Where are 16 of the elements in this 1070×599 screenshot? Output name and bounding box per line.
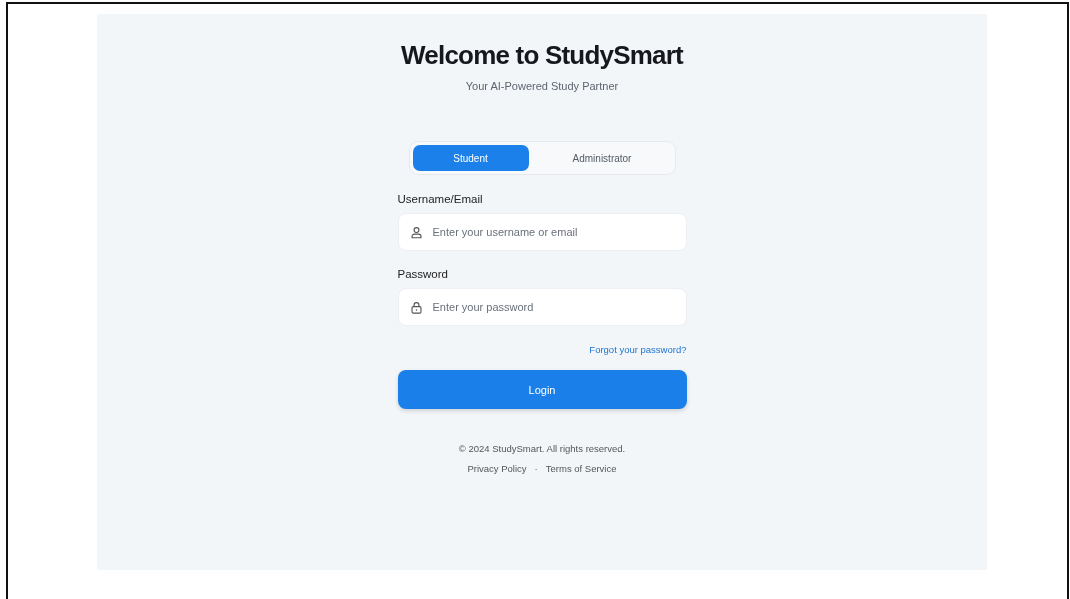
page-subtitle: Your AI-Powered Study Partner [465, 80, 619, 92]
link-separator: · [534, 463, 538, 474]
field-label: Password [397, 268, 449, 280]
field-label: Username/Email [397, 193, 484, 205]
forgot-password-link[interactable]: Forgot your password? [589, 344, 687, 355]
input-field[interactable]: Enter your username or email [397, 213, 687, 251]
login-button[interactable]: Login [397, 370, 687, 409]
copyright-text: © 2024 StudySmart. All rights reserved. [458, 443, 626, 454]
input-field[interactable]: Enter your password [397, 288, 687, 326]
role-tab[interactable]: Student [412, 145, 529, 171]
footer-link[interactable]: Terms of Service [545, 463, 617, 474]
lock-icon [409, 300, 423, 314]
person-icon [409, 225, 423, 239]
role-tab[interactable]: Administrator [532, 145, 672, 171]
page-title: Welcome to StudySmart [401, 40, 683, 71]
footer-link[interactable]: Privacy Policy [467, 463, 527, 474]
